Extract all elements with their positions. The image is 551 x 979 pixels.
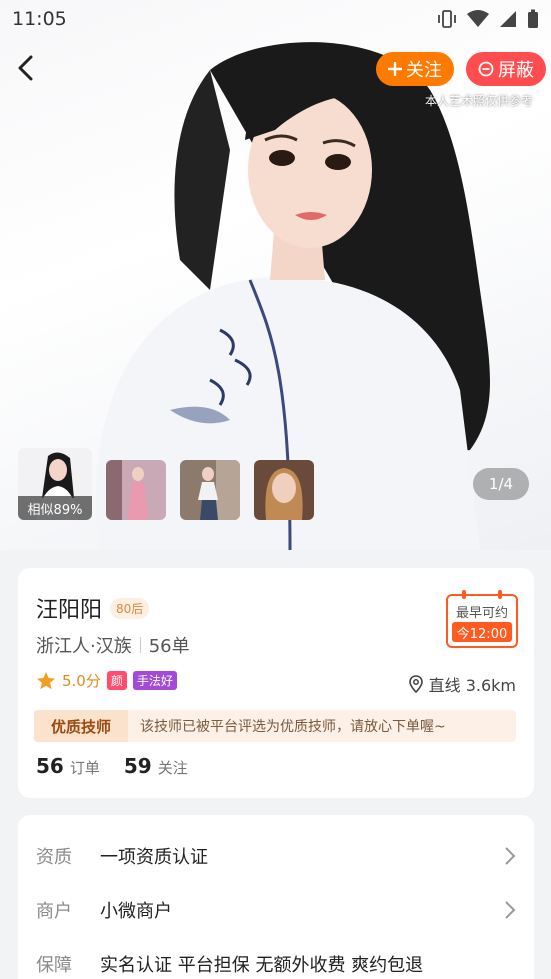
stats-row: 56 订单 59 关注 [36,754,188,778]
stat-followers[interactable]: 59 关注 [124,754,188,778]
block-button[interactable]: 屏蔽 [466,52,546,86]
block-label: 屏蔽 [498,60,534,81]
quality-banner: 优质技师 该技师已被平台评选为优质技师，请放心下单喔~ [34,710,516,742]
age-tag: 80后 [110,597,150,619]
info-row-merchant[interactable]: 商户 小微商户 [36,895,516,925]
system-icons [437,9,539,29]
battery-icon [528,9,538,28]
wifi-icon [467,10,489,27]
plus-icon [388,62,402,76]
stat-followers-label: 关注 [157,759,188,777]
stat-orders-label: 订单 [69,759,100,777]
info-row-qualification[interactable]: 资质 一项资质认证 [36,841,516,871]
signal-icon [500,11,516,27]
vibrate-icon [438,10,456,28]
chevron-right-icon [505,847,516,865]
quality-badge: 优质技师 [34,710,128,742]
follow-label: 关注 [406,60,442,81]
rating-row: 5.0分 颜 手法好 [36,670,177,691]
profile-card: 汪阳阳 80后 浙江人·汉族 56单 最早可约 今12:00 5.0分 颜 手法… [18,568,534,798]
info-card: 资质 一项资质认证 商户 小微商户 保障 实名认证 平台担保 无额外收费 爽约包… [18,815,534,979]
info-value: 小微商户 [100,901,172,922]
calendar-ring-left [462,590,466,599]
thumbnail-4[interactable] [254,460,314,520]
booking-time: 今12:00 [452,622,512,642]
distance-text: 直线 3.6km [428,676,516,695]
minus-circle-icon [478,61,494,77]
thumbnail-3-image [180,460,240,520]
quality-text: 该技师已被平台评选为优质技师，请放心下单喔~ [140,719,446,735]
similarity-badge: 相似89% [18,496,92,520]
photo-disclaimer: 本人艺术照仅供参考 [424,94,533,108]
info-value: 实名认证 平台担保 无额外收费 爽约包退 [100,955,424,976]
location-pin-icon [408,675,423,693]
distance-info: 直线 3.6km [408,672,516,696]
calendar-ring-right [498,590,502,599]
info-key: 资质 [36,847,72,868]
rating-score: 5.0分 [62,672,101,690]
booking-label: 最早可约 [455,606,508,621]
thumbnail-strip: 相似89% [18,448,314,520]
thumbnail-2[interactable] [106,460,166,520]
status-bar: 11:05 [0,0,551,38]
thumbnail-3[interactable] [180,460,240,520]
thumbnail-4-image [254,460,314,520]
stat-followers-number: 59 [123,754,152,778]
name-row: 汪阳阳 80后 [36,592,150,624]
star-icon [37,671,55,689]
divider [139,637,141,653]
status-time: 11:05 [12,8,67,30]
thumbnail-2-image [106,460,166,520]
stat-orders[interactable]: 56 订单 [36,754,100,778]
order-count-short: 56单 [148,636,190,657]
origin-row: 浙江人·汉族 56单 [36,632,190,658]
back-arrow-icon [18,55,33,81]
photo-pager: 1/4 [473,468,529,500]
chevron-right-icon [505,901,516,919]
info-key: 商户 [36,901,72,922]
tag-skill: 手法好 [132,671,177,690]
info-row-guarantee[interactable]: 保障 实名认证 平台担保 无额外收费 爽约包退 [36,949,516,979]
thumbnail-1[interactable]: 相似89% [18,448,92,520]
earliest-booking[interactable]: 最早可约 今12:00 [446,590,518,648]
stat-orders-number: 56 [36,754,64,778]
technician-name: 汪阳阳 [36,598,103,623]
info-value: 一项资质认证 [100,847,208,868]
tag-looks: 颜 [106,671,127,690]
info-key: 保障 [36,955,72,976]
follow-button[interactable]: 关注 [376,52,454,86]
hero-gallery[interactable]: 11:05 关注 屏蔽 本人艺术照仅供参考 相似89% 1/4 [0,0,551,550]
origin-text: 浙江人·汉族 [36,636,132,657]
back-button[interactable] [6,48,46,88]
